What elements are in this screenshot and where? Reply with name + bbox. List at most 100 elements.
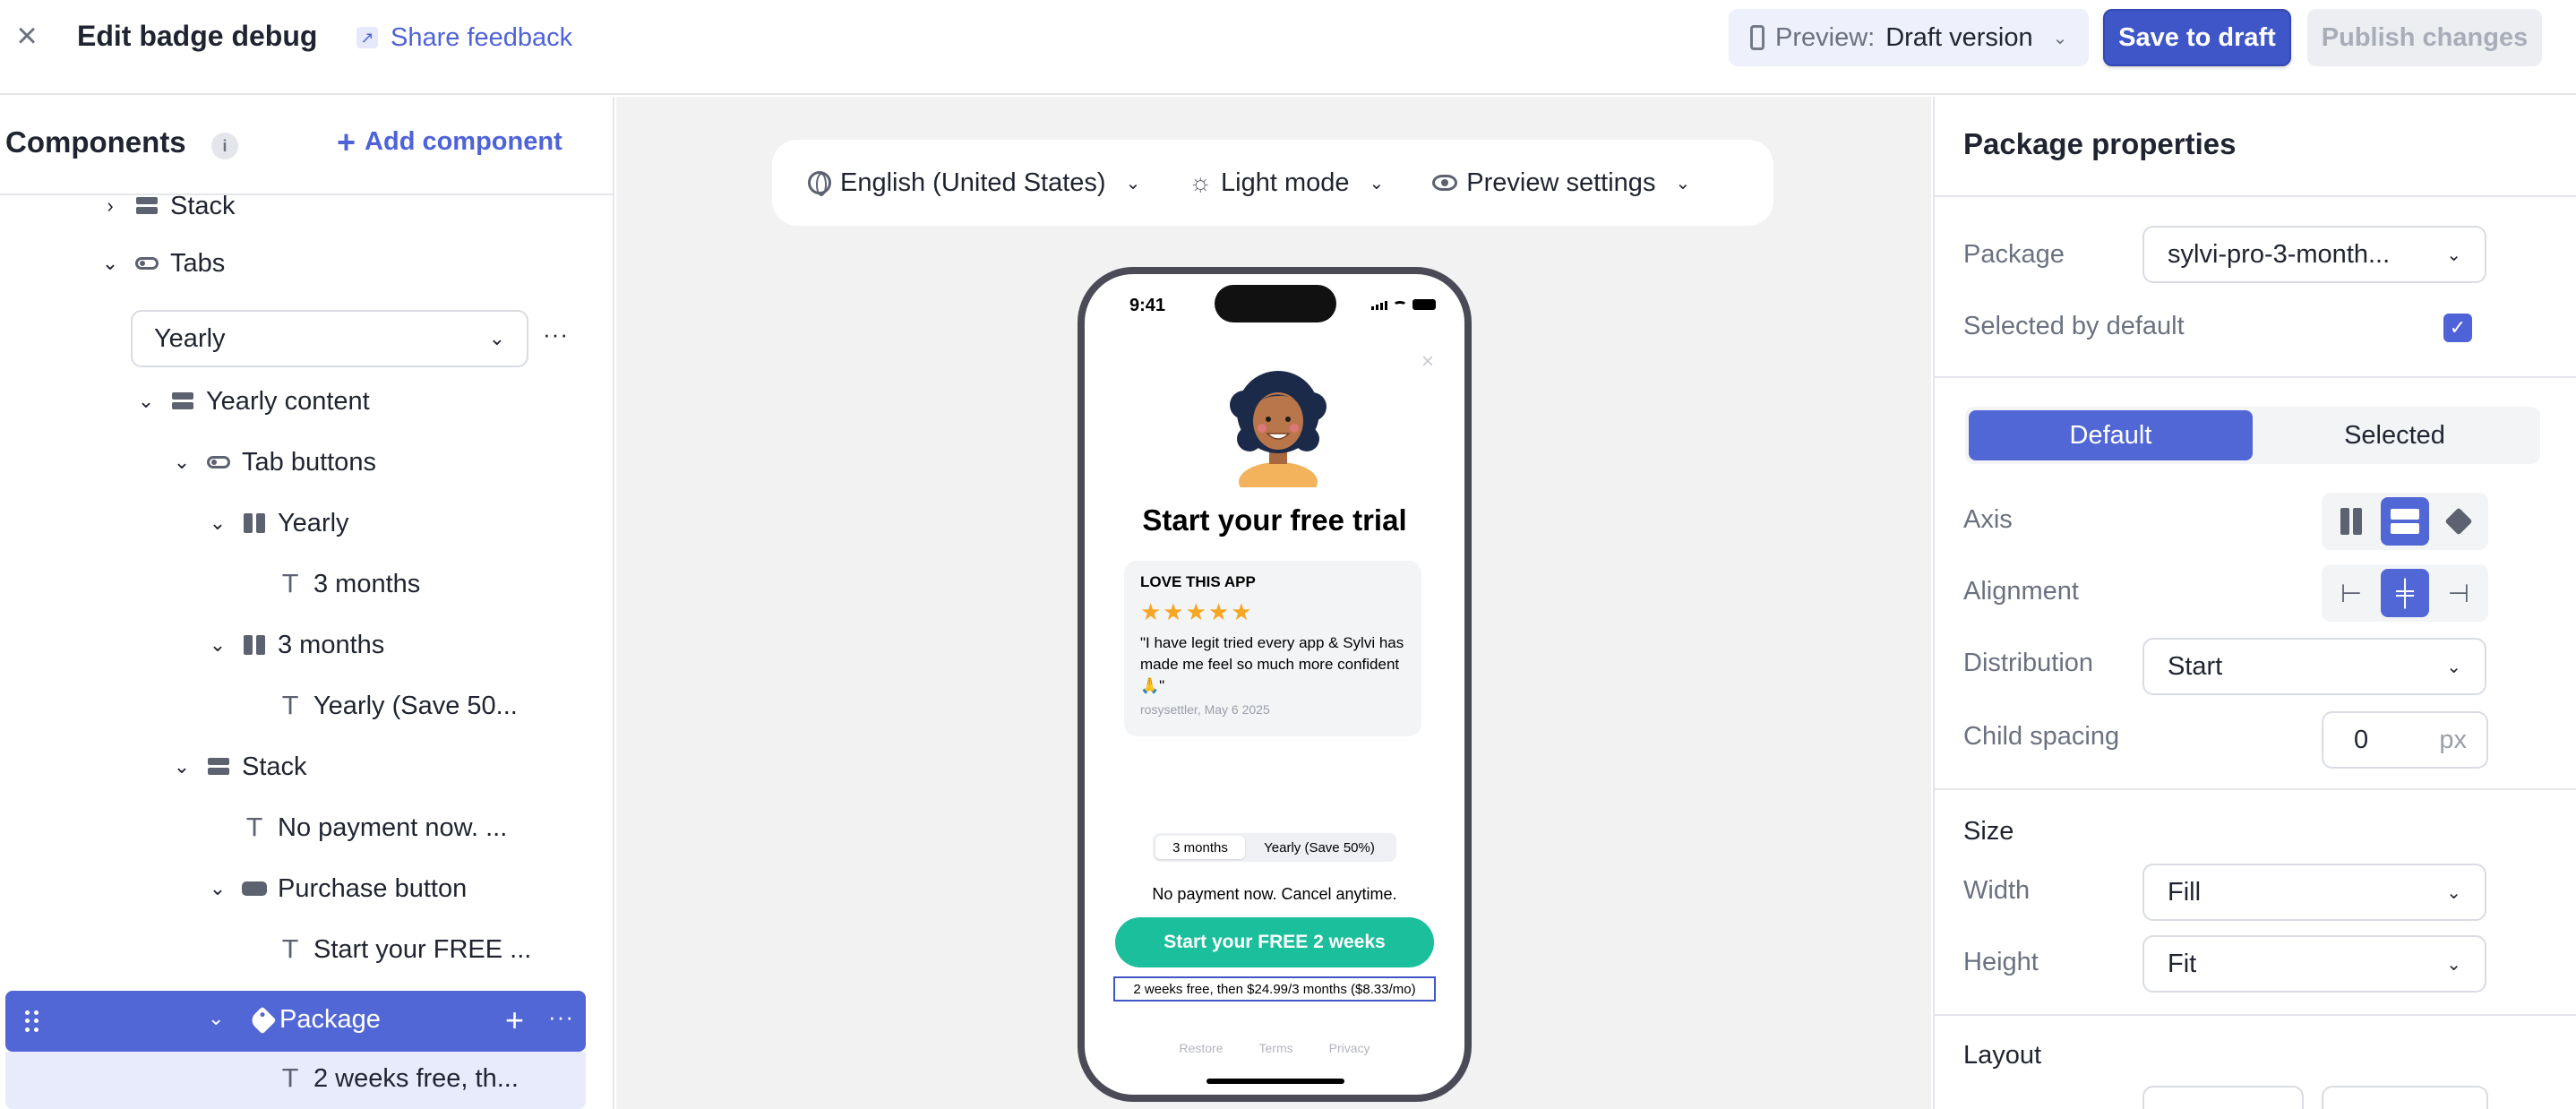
text-icon: T (246, 812, 262, 842)
child-spacing-input[interactable]: 0 px (2322, 711, 2488, 769)
tree-item-tab-buttons[interactable]: ⌄ Tab buttons (0, 432, 613, 493)
child-spacing-value: 0 (2354, 725, 2369, 754)
tree-item-tabs[interactable]: ⌄ Tabs (0, 233, 613, 294)
divider (1935, 195, 2576, 197)
tree-item-yearly-save-text[interactable]: T Yearly (Save 50... (0, 675, 613, 736)
chevron-down-icon[interactable]: ⌄ (170, 451, 193, 474)
padding-input[interactable] (2322, 1086, 2488, 1109)
phone-preview: 9:41 × Start your free trial LOVE THIS A… (1078, 267, 1472, 1102)
height-select[interactable]: Fit ⌄ (2142, 935, 2486, 993)
tree-item-package-selected[interactable]: ⌄ Package + ··· (5, 991, 586, 1052)
chevron-down-icon[interactable]: ⌄ (99, 252, 122, 275)
selected-default-checkbox[interactable]: ✓ (2443, 314, 2472, 342)
info-icon[interactable]: i (211, 133, 238, 159)
preview-value: Draft version (1885, 22, 2033, 52)
chevron-down-icon[interactable]: ⌄ (206, 512, 229, 535)
size-section-title: Size (1963, 817, 2014, 846)
eye-icon (1432, 175, 1458, 191)
tab-select[interactable]: Yearly ⌄ (131, 310, 528, 367)
start-trial-button[interactable]: Start your FREE 2 weeks (1115, 917, 1434, 967)
width-value: Fill (2168, 877, 2202, 907)
chevron-down-icon[interactable]: ⌄ (206, 877, 229, 900)
chevron-down-icon[interactable]: ⌄ (206, 633, 229, 657)
stack-icon (170, 391, 195, 411)
chevron-down-icon[interactable]: ⌄ (208, 1007, 224, 1030)
language-dropdown[interactable]: English (United States) ⌄ (808, 168, 1140, 198)
tree-item-yearly-content[interactable]: ⌄ Yearly content (0, 371, 613, 432)
more-icon[interactable]: ··· (548, 1003, 574, 1031)
columns-icon (242, 513, 267, 533)
state-default-tab[interactable]: Default (1969, 410, 2253, 460)
chevron-right-icon[interactable]: › (99, 194, 122, 218)
tree-item-purchase-button[interactable]: ⌄ Purchase button (0, 858, 613, 919)
chevron-down-icon[interactable]: ⌄ (170, 755, 193, 778)
save-to-draft-button[interactable]: Save to draft (2103, 9, 2291, 66)
align-left-icon[interactable]: ⊢ (2327, 569, 2375, 617)
chevron-down-icon: ⌄ (1675, 173, 1691, 193)
terms-link[interactable]: Terms (1259, 1041, 1293, 1055)
package-select[interactable]: sylvi-pro-3-month... ⌄ (2142, 226, 2486, 283)
paywall-footer: Restore Terms Privacy (1085, 1041, 1464, 1055)
distribution-value: Start (2168, 651, 2223, 681)
publish-changes-button[interactable]: Publish changes (2307, 9, 2542, 66)
preview-version-dropdown[interactable]: Preview: Draft version ⌄ (1729, 9, 2089, 66)
chevron-down-icon[interactable]: ⌄ (134, 390, 158, 413)
tree-item-2-weeks-text[interactable]: T 2 weeks free, th... (0, 1048, 613, 1109)
restore-link[interactable]: Restore (1179, 1041, 1223, 1055)
axis-label: Axis (1963, 505, 2013, 534)
axis-zlayer-icon[interactable] (2434, 497, 2483, 546)
tree-item-yearly[interactable]: ⌄ Yearly (0, 493, 613, 554)
axis-vertical-icon[interactable] (2381, 497, 2429, 546)
privacy-link[interactable]: Privacy (1329, 1041, 1370, 1055)
add-child-icon[interactable]: + (505, 1002, 524, 1039)
toggle-icon (206, 452, 231, 472)
tree-item-label: 3 months (278, 630, 385, 659)
width-select[interactable]: Fill ⌄ (2142, 864, 2486, 921)
selected-default-label: Selected by default (1963, 312, 2185, 340)
preview-settings-dropdown[interactable]: Preview settings ⌄ (1432, 168, 1690, 198)
theme-dropdown[interactable]: ☼ Light mode ⌄ (1189, 168, 1384, 198)
drag-handle-icon[interactable] (25, 1010, 39, 1032)
add-component-button[interactable]: + Add component (337, 123, 562, 160)
padding-input[interactable] (2142, 1086, 2304, 1109)
distribution-select[interactable]: Start ⌄ (2142, 638, 2486, 695)
state-segmented-control: Default Selected (1965, 407, 2540, 464)
tree-item-label: Tab buttons (242, 447, 376, 477)
globe-icon (808, 171, 831, 196)
home-indicator (1206, 1079, 1344, 1084)
plus-icon: + (337, 123, 356, 160)
more-icon[interactable]: ··· (543, 321, 569, 348)
package-subtext[interactable]: 2 weeks free, then $24.99/3 months ($8.3… (1113, 976, 1436, 1002)
tree-item-label: Purchase button (278, 873, 468, 903)
tab-yearly[interactable]: Yearly (Save 50%) (1245, 840, 1394, 855)
close-icon[interactable]: × (9, 18, 45, 54)
page-title: Edit badge debug (77, 20, 318, 52)
wifi-icon (1393, 301, 1407, 310)
share-feedback-label: Share feedback (391, 22, 573, 52)
external-link-icon: ↗ (356, 27, 378, 48)
stack-icon (206, 757, 231, 777)
preview-prefix: Preview: (1775, 22, 1876, 52)
share-feedback-link[interactable]: ↗ Share feedback (356, 20, 572, 56)
tree-item-start-free-text[interactable]: T Start your FREE ... (0, 919, 613, 980)
tree-item-no-payment-text[interactable]: T No payment now. ... (0, 797, 613, 858)
state-selected-tab[interactable]: Selected (2253, 410, 2537, 460)
language-value: English (United States) (840, 168, 1106, 197)
components-title: Components (5, 125, 186, 159)
tree-item-stack-2[interactable]: ⌄ Stack (0, 736, 613, 797)
tree-item-label: Stack (242, 752, 307, 781)
tree-item-stack[interactable]: › Stack (0, 176, 613, 236)
review-card: LOVE THIS APP ★★★★★ "I have legit tried … (1124, 561, 1421, 736)
axis-horizontal-icon[interactable] (2327, 497, 2375, 546)
tree-item-3-months[interactable]: ⌄ 3 months (0, 615, 613, 675)
align-right-icon[interactable]: ⊣ (2434, 569, 2483, 617)
tab-3-months[interactable]: 3 months (1155, 836, 1245, 859)
chevron-down-icon: ⌄ (2446, 882, 2461, 903)
text-icon: T (282, 934, 298, 964)
toggle-icon (134, 254, 159, 273)
paywall-close-icon[interactable]: × (1421, 349, 1434, 374)
text-icon: T (282, 569, 298, 598)
review-title: LOVE THIS APP (1140, 573, 1256, 590)
tree-item-3-months-text[interactable]: T 3 months (0, 554, 613, 615)
align-center-icon[interactable]: ╪ (2381, 569, 2429, 617)
